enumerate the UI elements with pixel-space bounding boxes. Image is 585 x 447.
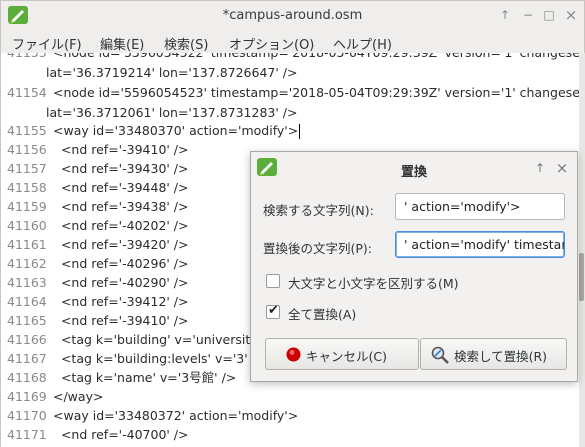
stop-icon bbox=[286, 347, 301, 362]
titlebar: *campus-around.osm ↑ − □ × bbox=[1, 1, 584, 31]
line-text: <node id='5596054523' timestamp='2018-05… bbox=[53, 85, 579, 100]
line-text: <way id='33480372' action='modify'> bbox=[53, 408, 299, 423]
maximize-icon[interactable]: □ bbox=[541, 7, 557, 23]
line-number: 41166 bbox=[7, 332, 47, 347]
case-sensitive-checkbox[interactable] bbox=[266, 274, 280, 288]
replace-label: 置換後の文字列(P): bbox=[263, 241, 373, 256]
line-number: 41162 bbox=[7, 256, 47, 271]
line-number: 41157 bbox=[7, 161, 47, 176]
line-number: 41154 bbox=[7, 85, 47, 100]
line-text: <nd ref='-39430' /> bbox=[53, 161, 189, 176]
line-text: <nd ref='-39410' /> bbox=[53, 142, 189, 157]
close-icon[interactable]: × bbox=[555, 161, 569, 176]
line-number: 41163 bbox=[7, 275, 47, 290]
line-text: <nd ref='-39410' /> bbox=[53, 313, 189, 328]
find-replace-icon bbox=[431, 346, 449, 364]
line-number: 41156 bbox=[7, 142, 47, 157]
line-number: 41161 bbox=[7, 237, 47, 252]
line-text: </way> bbox=[53, 389, 104, 404]
line-text: <tag k='name' v='3号館' /> bbox=[53, 370, 237, 385]
close-icon[interactable]: × bbox=[563, 7, 579, 23]
line-text: <nd ref='-40296' /> bbox=[53, 256, 189, 271]
line-number: 41155 bbox=[7, 123, 47, 138]
line-number: 41160 bbox=[7, 218, 47, 233]
find-and-replace-button[interactable]: 検索して置換(R) bbox=[420, 338, 567, 370]
replace-all-checkbox[interactable]: ✔ bbox=[266, 303, 280, 319]
line-number: 41170 bbox=[7, 408, 47, 423]
line-text: lat='36.3719214' lon='137.8726647' /> bbox=[46, 65, 298, 80]
line-text: <nd ref='-40290' /> bbox=[53, 275, 189, 290]
search-label: 検索する文字列(N): bbox=[263, 203, 374, 218]
line-number: 41168 bbox=[7, 370, 47, 385]
menu-edit[interactable]: 編集(E) bbox=[100, 34, 144, 53]
menu-options[interactable]: オプション(O) bbox=[229, 34, 314, 53]
replace-all-label: 全て置換(A) bbox=[288, 307, 357, 322]
line-text: <nd ref='-40202' /> bbox=[53, 218, 189, 233]
find-and-replace-label: 検索して置換(R) bbox=[454, 349, 548, 364]
replace-input[interactable]: ' action='modify' timestamp bbox=[395, 231, 565, 258]
line-number: 41153 bbox=[7, 53, 47, 63]
line-text: <way id='33480370' action='modify'> bbox=[53, 123, 299, 138]
check-icon: ✔ bbox=[268, 303, 279, 318]
cancel-button[interactable]: キャンセル(C) bbox=[265, 338, 419, 370]
cancel-button-label: キャンセル(C) bbox=[306, 349, 387, 364]
line-number: 41171 bbox=[7, 427, 47, 442]
line-number: 41169 bbox=[7, 389, 47, 404]
dialog-titlebar: 置換 ↑ × bbox=[251, 152, 577, 184]
line-number: 41165 bbox=[7, 313, 47, 328]
line-text: <node id='5596054522' timestamp='2018-05… bbox=[53, 53, 579, 63]
menu-search[interactable]: 検索(S) bbox=[164, 34, 208, 53]
line-text: <nd ref='-39420' /> bbox=[53, 237, 189, 252]
main-window: *campus-around.osm ↑ − □ × ファイル(F) 編集(E)… bbox=[0, 0, 585, 447]
search-input[interactable]: ' action='modify'> bbox=[395, 193, 565, 220]
menu-help[interactable]: ヘルプ(H) bbox=[333, 34, 392, 53]
text-cursor bbox=[299, 124, 301, 139]
menubar: ファイル(F) 編集(E) 検索(S) オプション(O) ヘルプ(H) bbox=[1, 31, 584, 54]
replace-dialog: 置換 ↑ × 検索する文字列(N): ' action='modify'> 置換… bbox=[250, 151, 578, 382]
line-text: lat='36.3712061' lon='137.8731283' /> bbox=[46, 105, 298, 120]
line-number: 41167 bbox=[7, 351, 47, 366]
line-text: <tag k='building' v='university' /> bbox=[53, 332, 280, 347]
line-text: <nd ref='-39438' /> bbox=[53, 199, 189, 214]
minimize-icon[interactable]: − bbox=[520, 7, 536, 23]
line-number: 41158 bbox=[7, 180, 47, 195]
line-number: 41164 bbox=[7, 294, 47, 309]
case-sensitive-label: 大文字と小文字を区別する(M) bbox=[288, 276, 459, 291]
vertical-scrollbar[interactable] bbox=[579, 53, 585, 447]
line-text: <nd ref='-39412' /> bbox=[53, 294, 189, 309]
dialog-title: 置換 bbox=[400, 165, 427, 180]
line-number: 41159 bbox=[7, 199, 47, 214]
line-text: <tag k='building:levels' v='3' /> bbox=[53, 351, 267, 366]
scrollbar-thumb[interactable] bbox=[579, 253, 584, 301]
line-text: <nd ref='-40700' /> bbox=[53, 427, 189, 442]
menu-file[interactable]: ファイル(F) bbox=[12, 34, 82, 53]
pin-icon[interactable]: ↑ bbox=[497, 7, 513, 23]
line-text: <nd ref='-39448' /> bbox=[53, 180, 189, 195]
pin-icon[interactable]: ↑ bbox=[533, 161, 547, 175]
